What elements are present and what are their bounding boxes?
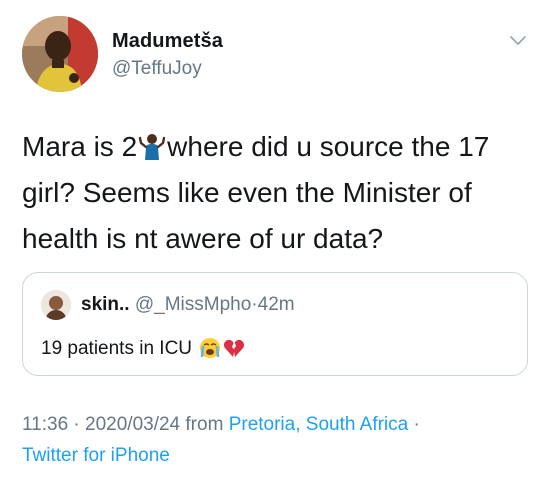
tweet-time[interactable]: 11:36	[22, 414, 68, 435]
source-link[interactable]: Twitter for iPhone	[22, 445, 170, 466]
author-handle[interactable]: @TeffuJoy	[112, 58, 202, 80]
tweet-body: Mara is 2 where did u source the 17 girl?…	[22, 124, 527, 262]
profile-photo-icon	[22, 16, 98, 92]
quoted-text: 19 patients in ICU	[41, 338, 193, 359]
quoted-author-name[interactable]: skin..	[81, 294, 130, 315]
from-label: from	[185, 414, 224, 435]
tweet-text-part1: Mara is 2	[22, 131, 138, 162]
quoted-author-avatar[interactable]	[41, 290, 71, 320]
meta-separator-1: ·	[73, 414, 80, 435]
crying-face-emoji-icon	[199, 337, 221, 359]
quoted-tweet[interactable]: skin.. @_MissMpho·42m 19 patients in ICU	[22, 272, 528, 376]
location-link[interactable]: Pretoria, South Africa	[229, 414, 409, 435]
author-display-name[interactable]: Madumetša	[112, 30, 223, 53]
author-avatar[interactable]	[22, 16, 98, 92]
tweet-date[interactable]: 2020/03/24	[85, 414, 180, 435]
meta-separator-2: ·	[413, 414, 420, 435]
person-shrugging-emoji-icon	[138, 128, 166, 160]
tweet-meta-line: 11:36 · 2020/03/24 from Pretoria, South …	[22, 414, 420, 436]
quoted-text-line: 19 patients in ICU	[41, 337, 245, 360]
tweet-source-line: Twitter for iPhone	[22, 445, 170, 467]
chevron-down-icon[interactable]	[508, 30, 528, 50]
quoted-time[interactable]: 42m	[258, 294, 295, 315]
tweet-card: Madumetša @TeffuJoy Mara is 2 where did u…	[0, 0, 543, 478]
quoted-header: skin.. @_MissMpho·42m	[81, 294, 295, 316]
broken-heart-emoji-icon	[223, 337, 245, 359]
quoted-author-handle[interactable]: @_MissMpho	[135, 294, 251, 315]
